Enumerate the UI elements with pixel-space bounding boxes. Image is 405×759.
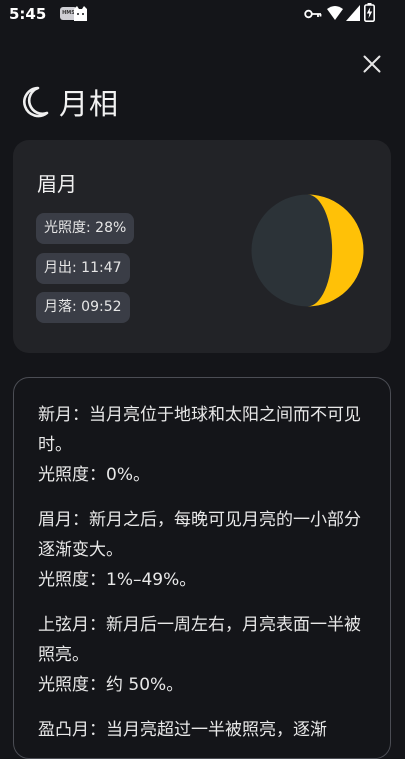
description-text: 上弦月：新月后一周左右，月亮表面一半被照亮。 [38,615,361,665]
description-new-moon: 新月：当月亮位于地球和太阳之间而不可见时。 光照度：0%。 [38,400,374,490]
status-time: 5:45 [9,5,47,23]
close-icon [363,55,381,73]
illumination-chip: 光照度: 28% [36,213,135,244]
moonrise-chip: 月出: 11:47 [36,253,130,284]
description-list: 新月：当月亮位于地球和太阳之间而不可见时。 光照度：0%。 眉月：新月之后，每晚… [38,400,374,758]
moon-phase-visual [251,194,364,307]
description-illumination: 光照度：1%–49%。 [38,570,197,590]
description-text: 眉月：新月之后，每晚可见月亮的一小部分逐渐变大。 [38,510,361,560]
phase-name: 眉月 [37,172,77,196]
key-icon [304,9,322,19]
wifi-icon [327,6,343,20]
crescent-moon-icon [23,86,49,118]
cat-icon [74,6,87,21]
description-text: 新月：当月亮位于地球和太阳之间而不可见时。 [38,405,361,455]
description-illumination: 光照度：约 50%。 [38,675,184,695]
signal-icon [346,5,360,21]
description-waxing-crescent: 眉月：新月之后，每晚可见月亮的一小部分逐渐变大。 光照度：1%–49%。 [38,505,374,595]
status-bar: 5:45 HMS [0,0,405,30]
page-title: 月相 [59,87,120,121]
description-illumination: 光照度：0%。 [38,465,150,485]
moonset-chip: 月落: 09:52 [36,292,130,323]
close-button[interactable] [357,49,387,79]
phase-description-card: 新月：当月亮位于地球和太阳之间而不可见时。 光照度：0%。 眉月：新月之后，每晚… [13,377,391,759]
battery-charging-icon [364,3,375,22]
description-first-quarter: 上弦月：新月后一周左右，月亮表面一半被照亮。 光照度：约 50%。 [38,610,374,700]
moon-phase-card: 眉月 光照度: 28% 月出: 11:47 月落: 09:52 [13,140,391,353]
page-header: 月相 [21,82,119,122]
